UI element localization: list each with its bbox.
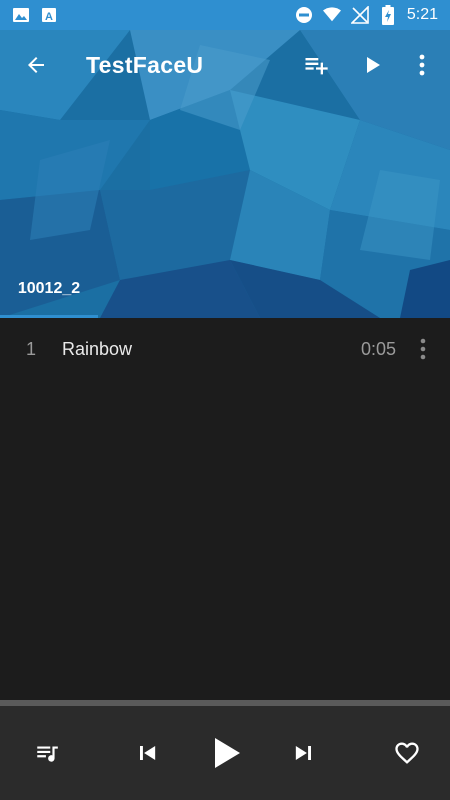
playlist-add-icon	[305, 58, 328, 75]
page-title: TestFaceU	[86, 51, 204, 78]
play-icon	[367, 57, 380, 73]
queue-music-icon	[37, 746, 58, 762]
skip-previous-icon	[140, 746, 156, 760]
battery-charging-icon	[379, 5, 397, 25]
overflow-menu-button[interactable]	[400, 37, 444, 93]
skip-next-icon	[295, 746, 311, 760]
status-bar: A 5:21	[0, 0, 450, 30]
text-a-icon: A	[40, 6, 58, 24]
do-not-disturb-icon	[295, 6, 313, 24]
tab-10012-2[interactable]: 10012_2	[0, 268, 98, 318]
arrow-back-icon	[28, 57, 44, 73]
favorite-button[interactable]	[377, 723, 437, 783]
add-to-playlist-button[interactable]	[288, 37, 344, 93]
list-item[interactable]: 1 Rainbow 0:05	[0, 318, 450, 380]
back-button[interactable]	[8, 37, 64, 93]
queue-button[interactable]	[17, 723, 77, 783]
status-time: 5:21	[406, 6, 438, 23]
track-number: 1	[25, 338, 36, 359]
track-menu-button[interactable]	[408, 329, 438, 369]
wifi-icon	[322, 6, 341, 24]
no-signal-icon	[350, 6, 369, 24]
favorite-border-icon	[395, 742, 419, 764]
more-vert-icon	[419, 54, 425, 76]
image-icon	[12, 6, 30, 24]
play-button[interactable]	[190, 723, 260, 783]
play-all-button[interactable]	[344, 37, 400, 93]
track-duration: 0:05	[360, 338, 396, 359]
track-list: 1 Rainbow 0:05	[0, 318, 450, 700]
next-button[interactable]	[274, 723, 334, 783]
play-icon	[215, 738, 240, 768]
tab-label: 10012_2	[17, 280, 81, 297]
svg-text:A: A	[45, 11, 53, 23]
player-controls	[0, 706, 450, 800]
toolbar: TestFaceU	[0, 30, 450, 100]
previous-button[interactable]	[117, 723, 177, 783]
track-title: Rainbow	[62, 338, 133, 359]
album-header: A 5:21 TestFaceU 10012_2	[0, 0, 450, 318]
more-vert-icon	[420, 338, 426, 360]
